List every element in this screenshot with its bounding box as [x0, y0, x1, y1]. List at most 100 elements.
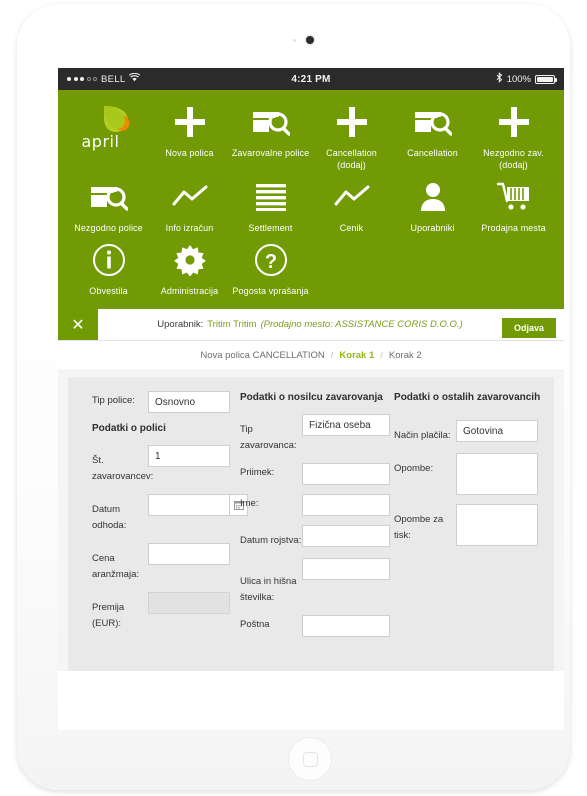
ime-input[interactable] — [302, 494, 390, 516]
logout-button[interactable]: Odjava — [501, 318, 556, 338]
ambient-sensor — [293, 39, 296, 42]
field-tip-zavarovanca: Tip zavarovanca: — [240, 414, 394, 454]
battery-icon — [535, 74, 557, 84]
user-info: Uporabnik: Tritim Tritim (Prodajno mesto… — [98, 309, 502, 340]
field-ime: Ime: — [240, 494, 394, 516]
nav-label: Settlement — [248, 223, 293, 233]
datum-rojstva-input[interactable] — [302, 525, 390, 547]
screen: BELL 4:21 PM 100% april Nova polica Zava… — [58, 68, 564, 730]
nav-item-cenik[interactable]: Cenik — [311, 171, 392, 234]
datum-odhoda-input[interactable] — [148, 494, 230, 516]
question-circle-icon: ? — [254, 240, 288, 280]
close-icon[interactable]: ✕ — [58, 309, 98, 340]
breadcrumb-step-1[interactable]: Korak 1 — [339, 350, 374, 361]
sales-point-label: (Prodajno mesto: ASSISTANCE CORIS D.O.O.… — [260, 319, 463, 330]
nav-item-zavarovalne-police[interactable]: Zavarovalne police — [230, 96, 311, 171]
field-label: Premija (EUR): — [92, 602, 125, 629]
nav-item-nezgodno-zav-dodaj[interactable]: Nezgodno zav. (dodaj) — [473, 96, 554, 171]
svg-text:?: ? — [264, 251, 276, 273]
plus-icon — [497, 102, 531, 142]
field-label: Priimek: — [240, 467, 275, 478]
field-opombe: Opombe: — [394, 453, 554, 495]
nav-item-nova-polica[interactable]: Nova polica — [149, 96, 230, 171]
line-chart-icon — [334, 177, 370, 217]
opombe-textarea[interactable] — [456, 453, 539, 495]
tip-zavarovanca-select[interactable] — [302, 414, 390, 436]
tip-police-select[interactable] — [148, 391, 230, 413]
priimek-input[interactable] — [302, 463, 390, 485]
field-priimek: Priimek: — [240, 463, 394, 485]
opombe-za-tisk-textarea[interactable] — [456, 504, 539, 546]
nav-item-pogosta-vprasanja[interactable]: ? Pogosta vprašanja — [230, 234, 311, 297]
nav-label: Cancellation — [407, 148, 458, 158]
field-datum-rojstva: Datum rojstva: — [240, 525, 394, 549]
nav-row-3: Obvestila Administracija ? Pogosta vpraš… — [68, 234, 554, 297]
user-name-label: Tritim Tritim — [207, 319, 257, 330]
nav-label: Nezgodno police — [74, 223, 143, 233]
nav-item-info-izracun[interactable]: Info izračun — [149, 171, 230, 234]
user-bar: ✕ Uporabnik: Tritim Tritim (Prodajno mes… — [58, 309, 564, 341]
battery-percent-label: 100% — [506, 73, 531, 85]
home-button[interactable] — [288, 737, 332, 781]
card-search-icon — [90, 177, 128, 217]
form-area: Tip police: Podatki o polici Št. zavarov… — [58, 371, 564, 671]
section-title-podatki-o-polici: Podatki o polici — [92, 423, 166, 434]
user-prefix-label: Uporabnik: — [157, 319, 204, 330]
nav-label: Obvestila — [89, 286, 128, 296]
plus-icon — [335, 102, 369, 142]
breadcrumb-separator: / — [380, 350, 383, 361]
nav-row-1: april Nova polica Zavarovalne police Can… — [68, 96, 554, 171]
nacin-placila-select[interactable] — [456, 420, 539, 442]
ipad-device-frame: BELL 4:21 PM 100% april Nova polica Zava… — [17, 4, 570, 790]
nav-label: Pogosta vprašanja — [232, 286, 309, 296]
nav-item-prodajna-mesta[interactable]: Prodajna mesta — [473, 171, 554, 234]
breadcrumb: Nova polica CANCELLATION / Korak 1 / Kor… — [58, 341, 564, 371]
nav-item-cancellation[interactable]: Cancellation — [392, 96, 473, 171]
line-chart-icon — [172, 177, 208, 217]
nav-item-cancellation-dodaj[interactable]: Cancellation (dodaj) — [311, 96, 392, 171]
nav-item-administracija[interactable]: Administracija — [149, 234, 230, 297]
nav-label: Uporabniki — [410, 223, 455, 233]
field-datum-odhoda: Datum odhoda: — [82, 494, 248, 534]
breadcrumb-separator: / — [330, 350, 334, 361]
nav-label: Nova polica — [165, 148, 214, 158]
breadcrumb-step-2[interactable]: Korak 2 — [389, 350, 422, 361]
form-column-policy: Tip police: Podatki o polici Št. zavarov… — [68, 391, 248, 671]
nav-item-settlement[interactable]: Settlement — [230, 171, 311, 234]
status-bar: BELL 4:21 PM 100% — [58, 68, 564, 90]
info-circle-icon — [92, 240, 126, 280]
field-ulica: Ulica in hišna številka: — [240, 558, 394, 606]
gear-icon — [173, 240, 206, 280]
ulica-input[interactable] — [302, 558, 390, 580]
postna-input[interactable] — [302, 615, 390, 637]
nav-item-nezgodno-police[interactable]: Nezgodno police — [68, 171, 149, 234]
st-zavarovancev-input[interactable] — [148, 445, 230, 467]
field-cena-aranzmaja: Cena aranžmaja: — [82, 543, 240, 583]
field-premija: Premija (EUR): — [82, 592, 240, 632]
nav-label: Cancellation (dodaj) — [326, 148, 377, 170]
nav-label: Prodajna mesta — [481, 223, 546, 233]
nav-label: Zavarovalne police — [231, 148, 310, 158]
front-camera — [306, 36, 314, 44]
field-label: Opombe: — [394, 463, 434, 474]
app-logo[interactable]: april — [68, 96, 149, 171]
breadcrumb-root[interactable]: Nova polica CANCELLATION — [200, 350, 324, 361]
form-panel: Tip police: Podatki o polici Št. zavarov… — [68, 377, 554, 671]
status-bar-right: 100% — [496, 72, 557, 86]
nav-item-uporabniki[interactable]: Uporabniki — [392, 171, 473, 234]
field-label: Način plačila: — [394, 430, 451, 441]
field-nacin-placila: Način plačila: — [394, 420, 554, 444]
section-title-ostali-zavarovanci: Podatki o ostalih zavarovancih — [394, 392, 541, 403]
nav-label: Cenik — [339, 223, 364, 233]
field-st-zavarovancev: Št. zavarovancev: — [82, 445, 240, 485]
field-label: Opombe za tisk: — [394, 514, 444, 541]
cena-aranzmaja-input[interactable] — [148, 543, 230, 565]
card-search-icon — [414, 102, 452, 142]
field-label: Datum rojstva: — [240, 535, 302, 546]
nav-row-2: Nezgodno police Info izračun Settlement … — [68, 171, 554, 234]
field-label: Poštna — [240, 619, 270, 630]
field-postna: Poštna — [240, 615, 394, 637]
nav-item-obvestila[interactable]: Obvestila — [68, 234, 149, 297]
field-label: Datum odhoda: — [92, 504, 127, 531]
field-label: Ime: — [240, 498, 259, 509]
